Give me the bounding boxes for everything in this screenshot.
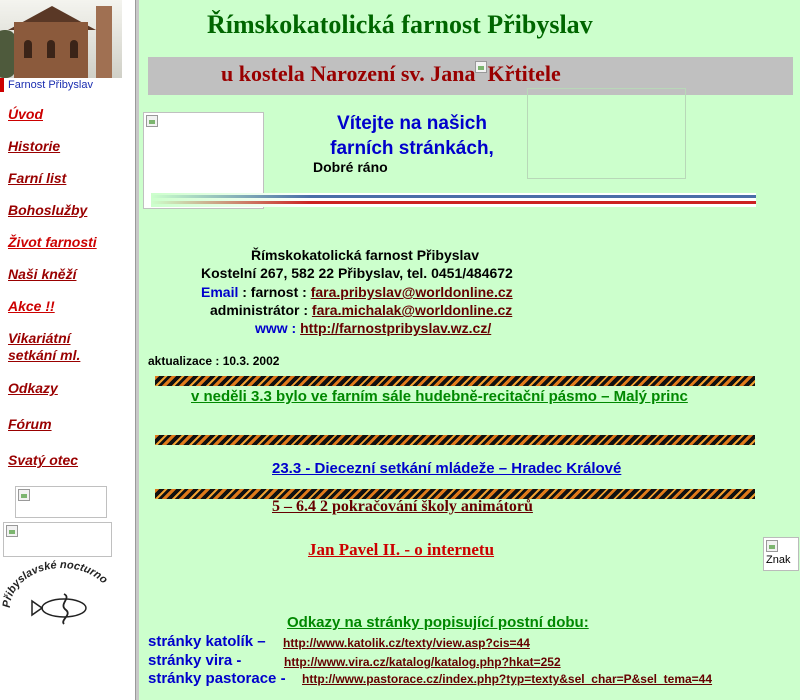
ornament-divider — [155, 435, 755, 445]
svg-text:Přibyslavské nocturno: Přibyslavské nocturno — [2, 560, 110, 608]
broken-image-icon — [146, 115, 158, 127]
contact-www-row: www : http://farnostpribyslav.wz.cz/ — [255, 320, 492, 336]
ornament-divider — [155, 376, 755, 386]
broken-image-icon — [18, 489, 30, 501]
nav-zivot-farnosti[interactable]: Život farnosti — [8, 234, 97, 251]
broken-image-icon — [6, 525, 18, 537]
greeting-text: Dobré ráno — [313, 159, 388, 175]
nav-odkazy[interactable]: Odkazy — [8, 380, 58, 397]
links-heading: Odkazy na stránky popisující postní dobu… — [287, 614, 589, 631]
main-content: Římskokatolická farnost Přibyslav u kost… — [139, 0, 800, 700]
announcement-skola-animatoru[interactable]: 5 – 6.4 2 pokračování školy animátorů — [272, 498, 533, 516]
nav-historie[interactable]: Historie — [8, 138, 60, 155]
broken-image-icon — [766, 540, 778, 552]
nav-uvod[interactable]: Úvod — [8, 106, 43, 123]
contact-name: Římskokatolická farnost Přibyslav — [251, 247, 479, 263]
link-label-vira: stránky vira - — [148, 652, 242, 669]
announcement-setkani-mladeze[interactable]: 23.3 - Diecezní setkání mládeže – Hradec… — [272, 460, 621, 477]
sidebar: Farnost Přibyslav Úvod Historie Farní li… — [0, 0, 135, 700]
email-parish-link[interactable]: fara.pribyslav@worldonline.cz — [311, 284, 513, 300]
contact-admin-row: administrátor : fara.michalak@worldonlin… — [210, 302, 513, 318]
nav-svaty-otec[interactable]: Svatý otec — [8, 452, 78, 469]
update-date: aktualizace : 10.3. 2002 — [148, 354, 280, 368]
image-frame-right — [527, 88, 686, 179]
nocturno-logo[interactable]: Přibyslavské nocturno — [2, 560, 120, 630]
church-tower — [96, 6, 112, 78]
announcement-maly-princ[interactable]: v neděli 3.3 bylo ve farním sále hudebně… — [191, 388, 688, 405]
broken-image-icon — [475, 61, 488, 73]
nav-vikariatni-setkani[interactable]: Vikariátní setkání ml. — [8, 330, 118, 364]
page-title: Římskokatolická farnost Přibyslav — [207, 10, 593, 39]
link-vira[interactable]: http://www.vira.cz/katalog/katalog.php?h… — [284, 655, 561, 669]
email-admin-link[interactable]: fara.michalak@worldonline.cz — [312, 302, 512, 318]
broken-image-znak[interactable]: Znak — [763, 537, 799, 571]
contact-address: Kostelní 267, 582 22 Přibyslav, tel. 045… — [201, 265, 513, 281]
page-subtitle: u kostela Narození sv. Jana Křtitele — [221, 61, 561, 86]
nav-bohosluzby[interactable]: Bohoslužby — [8, 202, 87, 219]
link-katolik[interactable]: http://www.katolik.cz/texty/view.asp?cis… — [283, 636, 530, 650]
broken-image-2[interactable] — [3, 522, 112, 557]
nav-forum[interactable]: Fórum — [8, 416, 52, 433]
www-link[interactable]: http://farnostpribyslav.wz.cz/ — [300, 320, 491, 336]
link-label-katolik: stránky katolík – — [148, 633, 266, 650]
link-label-pastorace: stránky pastorace - — [148, 670, 286, 687]
contact-email-row: Email : farnost : fara.pribyslav@worldon… — [201, 284, 513, 300]
church-logo[interactable]: Farnost Přibyslav — [0, 0, 122, 92]
link-jan-pavel-internet[interactable]: Jan Pavel II. - o internetu — [308, 540, 494, 560]
nav-akce[interactable]: Akce !! — [8, 298, 55, 315]
link-pastorace[interactable]: http://www.pastorace.cz/index.php?typ=te… — [302, 672, 712, 686]
nav-farni-list[interactable]: Farní list — [8, 170, 66, 187]
nocturno-text: Přibyslavské nocturno — [2, 560, 110, 608]
nav-nasi-knezi[interactable]: Naši kněží — [8, 266, 76, 283]
logo-caption: Farnost Přibyslav — [0, 78, 122, 92]
church-building — [14, 22, 88, 78]
broken-image-1[interactable] — [15, 486, 107, 518]
welcome-text: Vítejte na našich farních stránkách, — [330, 113, 494, 159]
